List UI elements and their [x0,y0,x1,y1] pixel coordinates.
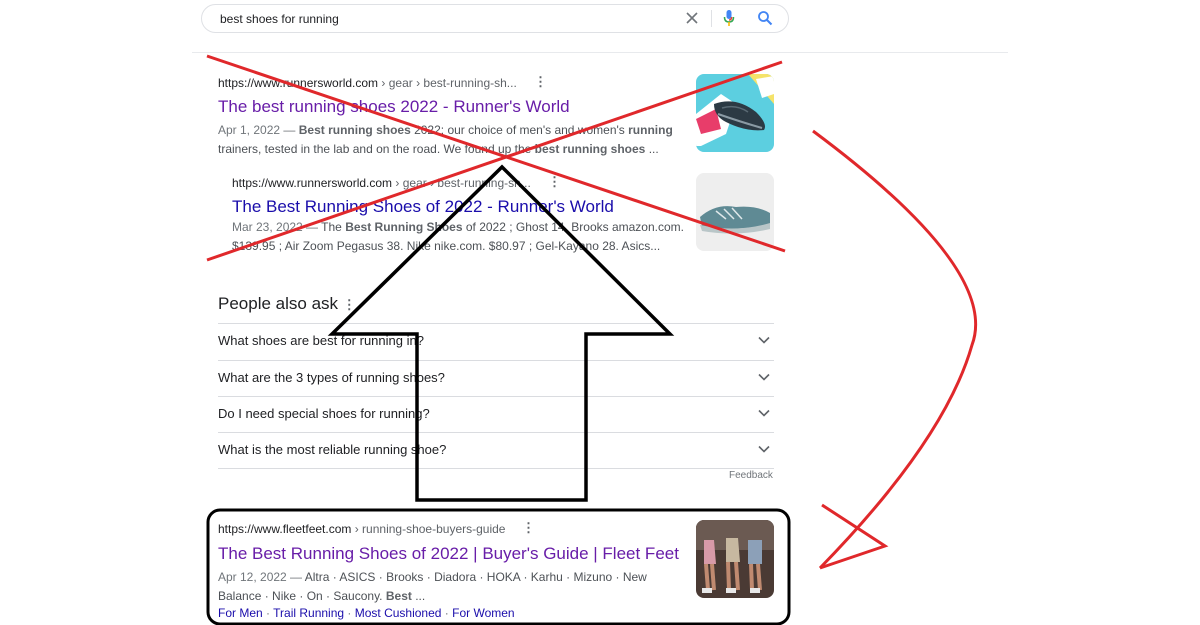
paa-question-2[interactable]: What are the 3 types of running shoes? [218,360,774,396]
sitelink-separator: · [344,606,355,620]
result-3-snippet: Apr 12, 2022 — Altra · ASICS · Brooks · … [218,570,647,603]
result-1-url[interactable]: https://www.runnersworld.com › gear › be… [218,76,517,90]
microphone-icon[interactable] [722,9,736,27]
sitelink-most-cushioned[interactable]: Most Cushioned [355,606,442,620]
result-url-domain: https://www.runnersworld.com [232,176,393,190]
paa-question-text: What are the 3 types of running shoes? [218,370,445,385]
paa-question-3[interactable]: Do I need special shoes for running? [218,396,774,432]
sitelink-for-men[interactable]: For Men [218,606,263,620]
paa-question-4[interactable]: What is the most reliable running shoe? [218,432,774,468]
chevron-down-icon[interactable] [758,445,770,453]
more-options-icon[interactable]: ⋮ [548,174,561,190]
result-3-thumbnail[interactable] [696,520,774,598]
result-3-title[interactable]: The Best Running Shoes of 2022 | Buyer's… [218,544,679,564]
paa-question-text: What shoes are best for running in? [218,333,424,348]
result-url-domain: https://www.fleetfeet.com [218,522,352,536]
paa-question-text: Do I need special shoes for running? [218,406,430,421]
search-input[interactable]: best shoes for running [220,12,339,26]
paa-divider [218,468,774,469]
more-options-icon[interactable]: ⋮ [534,74,547,90]
result-url-breadcrumb: › gear › best-running-sh... [392,176,531,190]
paa-question-1[interactable]: What shoes are best for running in? [218,323,774,359]
red-curved-arrow [812,129,978,570]
result-url-domain: https://www.runnersworld.com [218,76,379,90]
sitelink-separator: · [441,606,453,620]
chevron-down-icon[interactable] [758,373,770,381]
result-2-title[interactable]: The Best Running Shoes of 2022 - Runner'… [232,197,614,217]
result-url-breadcrumb: › gear › best-running-sh... [378,76,517,90]
more-options-icon[interactable]: ⋮ [343,297,356,312]
sitelink-for-women[interactable]: For Women [452,606,514,620]
paa-question-text: What is the most reliable running shoe? [218,442,447,457]
sitelink-separator: · [262,606,274,620]
clear-icon[interactable] [685,10,699,26]
result-3-sitelinks: For Men · Trail Running · Most Cushioned… [218,606,515,620]
divider [711,10,712,27]
search-bar[interactable]: best shoes for running [201,4,789,33]
result-1-title[interactable]: The best running shoes 2022 - Runner's W… [218,97,570,117]
people-also-ask-title: People also ask ⋮ [218,294,356,313]
search-icon[interactable] [757,10,773,26]
result-2-thumbnail[interactable] [696,173,774,251]
feedback-link[interactable]: Feedback [729,470,773,481]
chevron-down-icon[interactable] [758,336,770,344]
annotation-overlay [206,54,978,625]
more-options-icon[interactable]: ⋮ [522,520,535,536]
result-2-url[interactable]: https://www.runnersworld.com › gear › be… [232,176,531,190]
result-1-thumbnail[interactable] [696,74,774,152]
result-2-snippet: Mar 23, 2022 — The Best Running Shoes of… [232,220,684,253]
sitelink-trail-running[interactable]: Trail Running [273,606,344,620]
red-arrowhead [819,503,889,570]
result-url-breadcrumb: › running-shoe-buyers-guide [351,522,506,536]
chevron-down-icon[interactable] [758,409,770,417]
header-divider [192,52,1008,53]
result-1-snippet: Apr 1, 2022 — Best running shoes 2022: o… [218,123,673,156]
result-3-url[interactable]: https://www.fleetfeet.com › running-shoe… [218,522,505,536]
